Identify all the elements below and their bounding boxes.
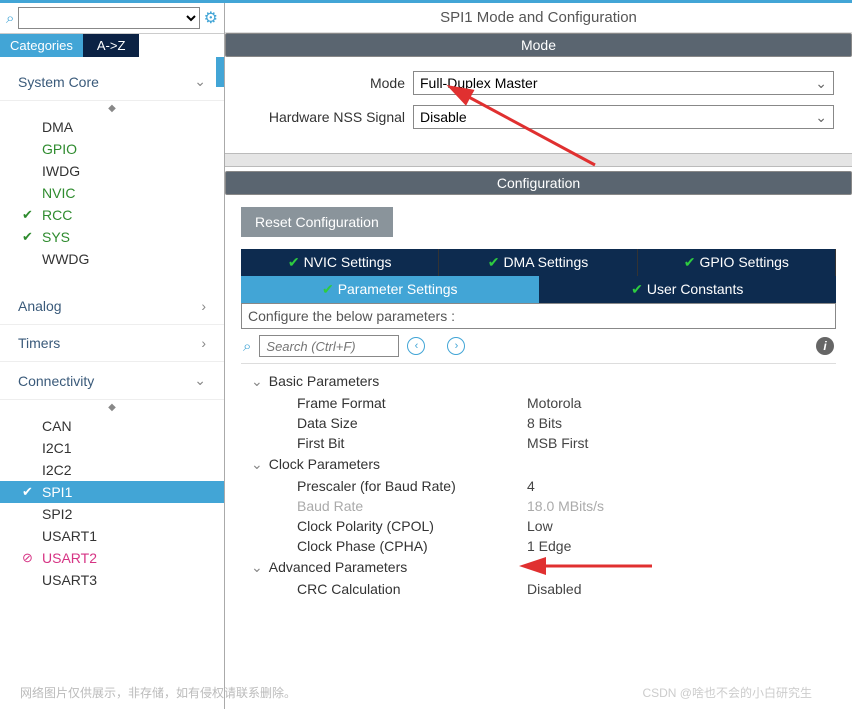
group-clock[interactable]: ⌄Clock Parameters [243,453,834,476]
tree-item-usart3[interactable]: USART3 [0,569,224,591]
tab-az[interactable]: A->Z [83,34,140,57]
tree-item-iwdg[interactable]: IWDG [0,160,224,182]
tab-nvic[interactable]: ✔NVIC Settings [241,249,439,276]
panel-title: SPI1 Mode and Configuration [225,3,852,33]
tree-item-sys[interactable]: ✔ SYS [0,226,224,248]
info-icon[interactable]: i [816,337,834,355]
watermark-right: CSDN @啥也不会的小白研究生 [642,684,812,701]
tree-item-nvic[interactable]: NVIC [0,182,224,204]
chevron-down-icon: ⌄ [194,372,206,389]
sidebar: ⌕ ⚙ Categories A->Z System Core ⌄ ◆ DMA … [0,3,225,709]
search-icon: ⌕ [6,10,14,27]
tree-item-can[interactable]: CAN [0,415,224,437]
scrollbar[interactable] [216,57,224,87]
category-timers[interactable]: Timers › [0,325,224,362]
reset-button[interactable]: Reset Configuration [241,207,393,237]
chevron-right-icon: › [201,335,206,351]
tree-item-gpio[interactable]: GPIO [0,138,224,160]
tree-item-dma[interactable]: DMA [0,116,224,138]
tree-item-spi1[interactable]: ✔ SPI1 [0,481,224,503]
param-search-input[interactable] [259,335,399,357]
check-icon: ✔ [322,281,334,297]
tree: System Core ⌄ ◆ DMA GPIO IWDG NVIC ✔RCC … [0,57,224,709]
tree-item-i2c1[interactable]: I2C1 [0,437,224,459]
view-tabs: Categories A->Z [0,34,224,57]
mode-select[interactable]: Full-Duplex Master ⌄ [413,71,834,95]
check-icon: ✔ [488,254,500,270]
config-tabs: ✔NVIC Settings ✔DMA Settings ✔GPIO Setti… [241,249,836,303]
tree-item-i2c2[interactable]: I2C2 [0,459,224,481]
chevron-right-icon: › [201,298,206,314]
check-icon: ✔ [631,281,643,297]
tree-item-rcc[interactable]: ✔ RCC [0,204,224,226]
tree-item-usart2[interactable]: ⊘ USART2 [0,547,224,569]
search-row: ⌕ ⚙ [0,3,224,34]
watermark-left: 网络图片仅供展示，非存储，如有侵权请联系删除。 [20,684,296,701]
search-icon: ⌕ [243,338,251,355]
param-tree: ⌄Basic Parameters Frame FormatMotorola D… [241,364,836,605]
config-hint: Configure the below parameters : [241,303,836,329]
tree-item-label: USART2 [42,550,97,566]
select-value: Disable [420,109,467,125]
param-row[interactable]: Clock Phase (CPHA)1 Edge [243,536,834,556]
category-label: System Core [18,74,99,90]
select-value: Full-Duplex Master [420,75,537,91]
collapse-icon: ⌄ [251,456,263,472]
group-advanced[interactable]: ⌄Advanced Parameters [243,556,834,579]
param-search-row: ⌕ ‹ › i [241,329,836,364]
mode-label: Mode [243,75,413,91]
config-bar: Configuration [225,171,852,195]
param-row[interactable]: First BitMSB First [243,433,834,453]
collapse-icon: ⌄ [251,373,263,389]
mode-bar: Mode [225,33,852,57]
divider[interactable] [225,153,852,167]
mode-form: Mode Full-Duplex Master ⌄ Hardware NSS S… [225,57,852,153]
tree-item-wwdg[interactable]: WWDG [0,248,224,270]
param-row[interactable]: CRC CalculationDisabled [243,579,834,599]
tree-item-spi2[interactable]: SPI2 [0,503,224,525]
tab-user-constants[interactable]: ✔User Constants [539,276,837,303]
tree-item-label: SYS [42,229,70,245]
check-icon: ✔ [288,254,300,270]
tree-item-usart1[interactable]: USART1 [0,525,224,547]
config-body: Reset Configuration ✔NVIC Settings ✔DMA … [225,195,852,709]
tab-parameter[interactable]: ✔Parameter Settings [241,276,539,303]
nss-label: Hardware NSS Signal [243,109,413,125]
ban-icon: ⊘ [22,550,33,566]
category-connectivity[interactable]: Connectivity ⌄ [0,362,224,400]
group-basic[interactable]: ⌄Basic Parameters [243,370,834,393]
tab-categories[interactable]: Categories [0,34,83,57]
sort-icon[interactable]: ◆ [0,101,224,116]
param-row[interactable]: Data Size8 Bits [243,413,834,433]
check-icon: ✔ [22,229,33,245]
nss-select[interactable]: Disable ⌄ [413,105,834,129]
check-icon: ✔ [684,254,696,270]
check-icon: ✔ [22,484,33,500]
gear-icon[interactable]: ⚙ [204,8,218,28]
category-analog[interactable]: Analog › [0,288,224,325]
category-system-core[interactable]: System Core ⌄ [0,63,224,101]
param-row[interactable]: Clock Polarity (CPOL)Low [243,516,834,536]
check-icon: ✔ [22,207,33,223]
tab-gpio[interactable]: ✔GPIO Settings [638,249,836,276]
param-row: Baud Rate18.0 MBits/s [243,496,834,516]
chevron-down-icon: ⌄ [194,73,206,90]
category-label: Connectivity [18,373,94,389]
category-label: Analog [18,298,62,314]
tree-item-label: RCC [42,207,72,223]
prev-button[interactable]: ‹ [407,337,425,355]
param-row[interactable]: Prescaler (for Baud Rate)4 [243,476,834,496]
sort-icon[interactable]: ◆ [0,400,224,415]
search-dropdown[interactable] [18,7,199,29]
main-panel: SPI1 Mode and Configuration Mode Mode Fu… [225,3,852,709]
tab-dma[interactable]: ✔DMA Settings [439,249,637,276]
tree-item-label: SPI1 [42,484,72,500]
chevron-down-icon: ⌄ [815,109,827,126]
collapse-icon: ⌄ [251,559,263,575]
next-button[interactable]: › [447,337,465,355]
chevron-down-icon: ⌄ [815,75,827,92]
param-row[interactable]: Frame FormatMotorola [243,393,834,413]
category-label: Timers [18,335,60,351]
